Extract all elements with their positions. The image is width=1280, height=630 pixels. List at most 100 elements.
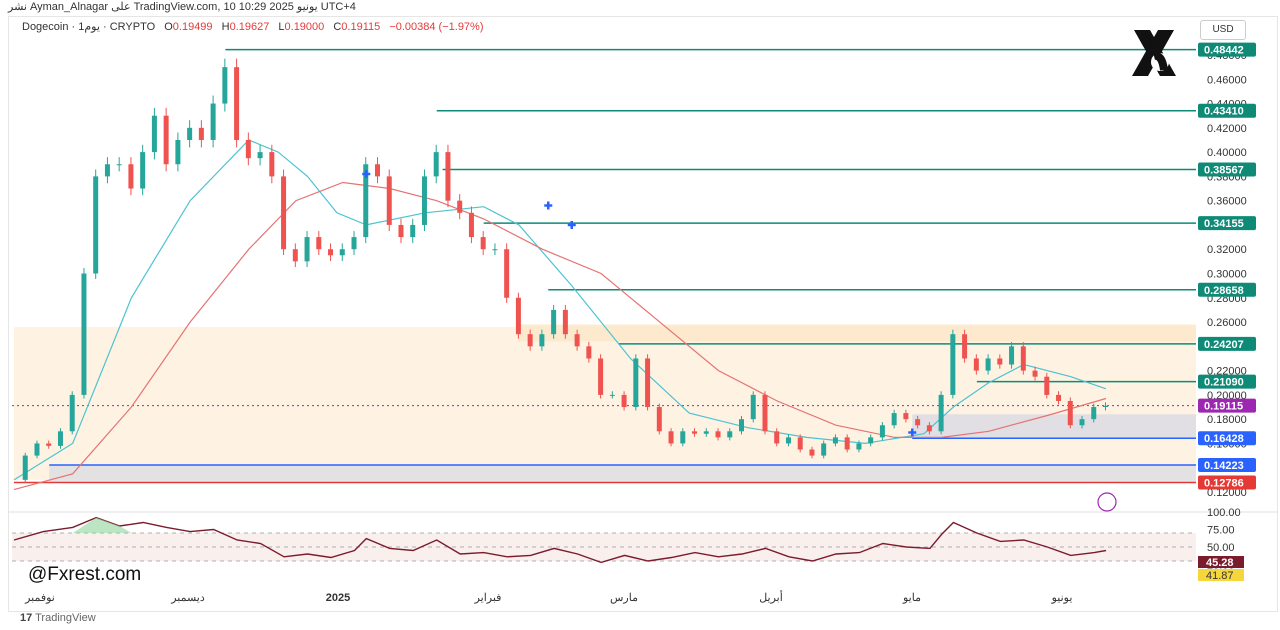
candle-body [187,127,193,140]
y-tick-label: 0.26000 [1207,317,1247,329]
candle-body [210,103,216,140]
candle-body [656,407,662,432]
candle-body [739,419,744,432]
x-tick-label: ديسمبر [170,592,205,604]
tradingview-logo: 17 TradingView [20,612,96,624]
candle-body [116,164,122,166]
y-tick-label: 0.32000 [1207,244,1247,256]
candle-body [997,358,1003,365]
candle-body [903,413,909,420]
candle-body [1067,400,1073,426]
level-tag-label: 0.12786 [1204,477,1244,489]
candle-body [128,164,134,189]
candle-body [551,309,557,335]
candle-body [797,437,803,450]
candle-body [304,237,310,262]
candle-body [785,437,791,444]
level-tag-label: 0.16428 [1204,433,1244,445]
candle-body [574,334,580,347]
candle-body [703,431,709,434]
candle-body [985,358,991,371]
level-tag-label: 0.21090 [1204,377,1244,389]
cross-marker-icon [544,201,553,210]
y-tick-label: 0.36000 [1207,196,1247,208]
candle-body [57,431,63,446]
candle-body [856,443,862,450]
candle-body [938,394,944,432]
candle-body [879,425,885,438]
candle-body [151,115,157,153]
candle-body [375,164,380,177]
candle-body [140,152,146,189]
candle-body [69,394,75,432]
x-tick-label: فبراير [474,592,502,604]
x-tick-label: 2025 [326,592,350,604]
y-tick-label: 0.46000 [1207,74,1247,86]
level-tag-label: 0.34155 [1204,218,1244,230]
candle-body [1103,405,1108,408]
chart-window: نشر Ayman_Alnagar على TradingView.com, 1… [0,0,1280,630]
rsi-value-label: 45.28 [1206,557,1234,569]
candle-body [1020,346,1026,371]
x-tick-label: مايو [902,592,921,604]
candle-body [457,200,463,213]
candle-body [339,249,345,256]
x-tick-label: مارس [610,592,638,604]
x-tick-label: أبريل [759,590,783,604]
y-tick-label: 0.42000 [1207,123,1247,135]
candle-body [821,443,827,456]
high-label: H [221,21,230,33]
level-tag-label: 0.24207 [1204,339,1244,351]
chart-canvas[interactable]: 0.480000.460000.440000.420000.400000.380… [0,0,1280,630]
candle-body [774,431,780,444]
candle-body [1032,370,1038,377]
candle-body [727,431,733,438]
rsi-tick-label: 75.00 [1207,525,1235,537]
lightning-icon [1097,492,1117,512]
candle-body [398,224,404,238]
candle-body [598,358,604,395]
candle-body [198,127,204,140]
current-price-tag-label: 0.19115 [1204,401,1243,413]
candle-body [750,394,756,420]
candle-body [445,152,451,201]
candle-body [1009,346,1015,365]
candle-body [421,176,427,225]
rsi-ma-label: 41.87 [1206,570,1234,582]
candle-body [962,334,968,359]
candle-body [480,237,486,250]
x-tick-label: يونيو [1051,592,1073,604]
candle-body [950,334,956,395]
candle-body [22,455,28,480]
candle-body [527,334,533,347]
candle-body [175,139,181,165]
close-value: 0.19115 [341,21,381,33]
candle-body [832,437,838,444]
candle-body [973,358,979,371]
candle-body [492,249,498,251]
candle-body [609,394,615,396]
low-value: 0.19000 [284,21,325,33]
currency-button[interactable]: USD [1200,20,1246,40]
candle-body [762,394,768,432]
candle-body [692,431,698,434]
candle-body [645,358,651,408]
symbol-name[interactable]: Dogecoin · 1يوم · CRYPTO [22,21,155,33]
candle-body [809,449,815,456]
candle-body [926,425,932,432]
candle-body [468,212,474,238]
symbol-legend: Dogecoin · 1يوم · CRYPTO O0.19499 H0.196… [22,20,484,33]
candle-body [891,413,897,426]
consolidation-box [912,414,1196,439]
candle-body [1091,407,1097,420]
candle-body [386,176,392,225]
change-value: −0.00384 (−1.97%) [389,21,484,33]
candle-body [1079,419,1085,426]
open-value: 0.19499 [172,21,213,33]
candle-body [104,164,110,177]
supply-zone [14,326,1196,480]
candle-body [410,224,416,238]
rsi-tick-label: 100.00 [1207,507,1241,519]
level-tag-label: 0.14223 [1204,460,1244,472]
cross-marker-icon [567,220,576,229]
